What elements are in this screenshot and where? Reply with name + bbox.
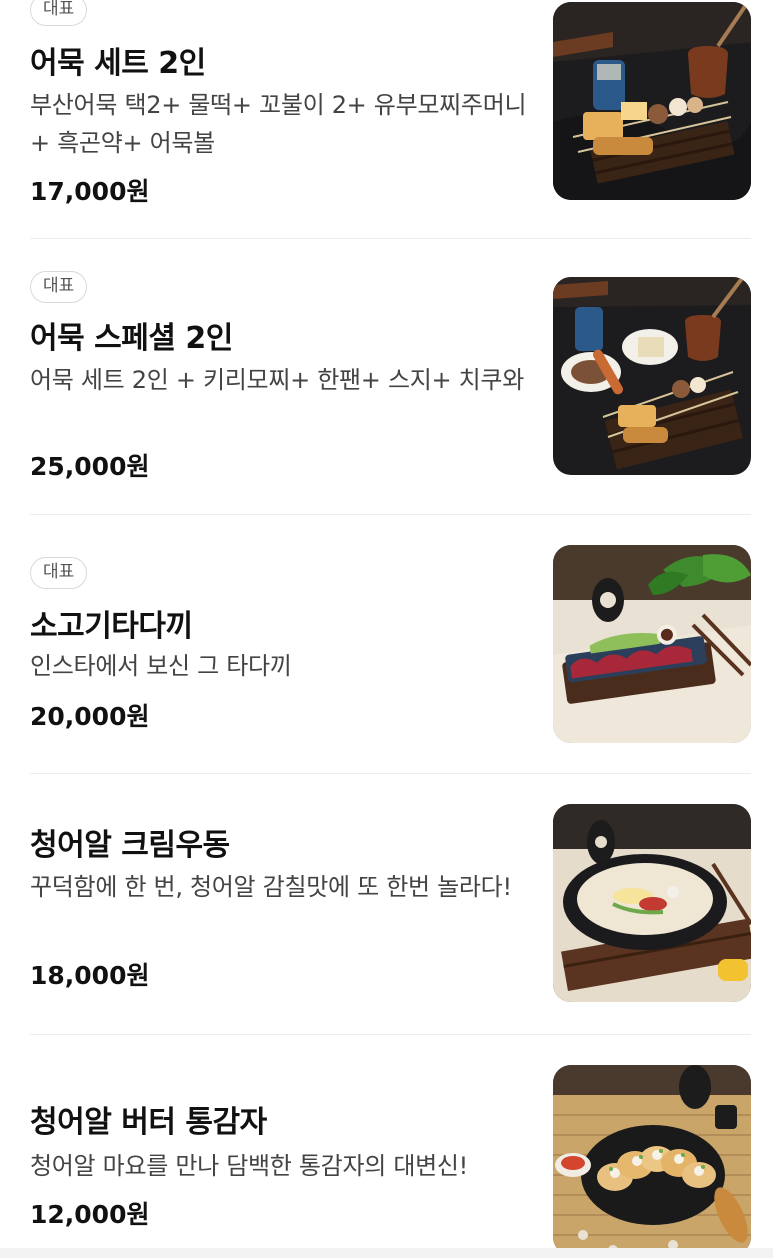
fishcake-special-photo[interactable]: [553, 277, 751, 475]
menu-item-name: 어묵 세트 2인: [30, 46, 206, 81]
menu-item-description: 부산어묵 택2+ 물떡+ 꼬불이 2+ 유부모찌주머니+ 흑곤약+ 어묵볼: [30, 91, 527, 157]
beef-tataki-photo[interactable]: [553, 545, 751, 743]
menu-item-description: 어묵 세트 2인 + 키리모찌+ 한팬+ 스지+ 치쿠와: [30, 366, 524, 394]
menu-item-price: 17,000원: [30, 177, 150, 206]
fishcake-skewer-set-photo[interactable]: [553, 2, 751, 200]
butter-potato-photo[interactable]: [553, 1065, 751, 1255]
menu-item-name: 어묵 스페셜 2인: [30, 321, 233, 356]
menu-item[interactable]: 청어알 크림우동 꾸덕함에 한 번, 청어알 감칠맛에 또 한번 놀라다! 18…: [0, 774, 773, 1034]
menu-item-price: 18,000원: [30, 961, 150, 990]
menu-item-description: 꾸덕함에 한 번, 청어알 감칠맛에 또 한번 놀라다!: [30, 873, 512, 901]
signature-badge: 대표: [30, 557, 88, 589]
menu-item[interactable]: 청어알 버터 통감자 청어알 마요를 만나 담백한 통감자의 대변신! 12,0…: [0, 1035, 773, 1255]
menu-item[interactable]: 대표 어묵 세트 2인 부산어묵 택2+ 물떡+ 꼬불이 2+ 유부모찌주머니+…: [0, 0, 773, 238]
cream-udon-photo[interactable]: [553, 804, 751, 1002]
menu-item[interactable]: 대표 어묵 스페셜 2인 어묵 세트 2인 + 키리모찌+ 한팬+ 스지+ 치쿠…: [0, 239, 773, 514]
menu-list: 대표 어묵 세트 2인 부산어묵 택2+ 물떡+ 꼬불이 2+ 유부모찌주머니+…: [0, 0, 773, 1258]
menu-item-price: 12,000원: [30, 1200, 150, 1229]
signature-badge: 대표: [30, 0, 88, 26]
bottom-edge: [0, 1248, 773, 1258]
menu-item-description: 청어알 마요를 만나 담백한 통감자의 대변신!: [30, 1152, 469, 1180]
menu-item-name: 청어알 버터 통감자: [30, 1105, 267, 1140]
menu-item-price: 25,000원: [30, 452, 150, 481]
menu-item-description: 인스타에서 보신 그 타다끼: [30, 652, 292, 680]
menu-item-price: 20,000원: [30, 702, 150, 731]
signature-badge: 대표: [30, 271, 88, 303]
menu-item-name: 소고기타다끼: [30, 609, 193, 644]
menu-item[interactable]: 대표 소고기타다끼 인스타에서 보신 그 타다끼 20,000원: [0, 515, 773, 773]
menu-item-name: 청어알 크림우동: [30, 828, 230, 863]
